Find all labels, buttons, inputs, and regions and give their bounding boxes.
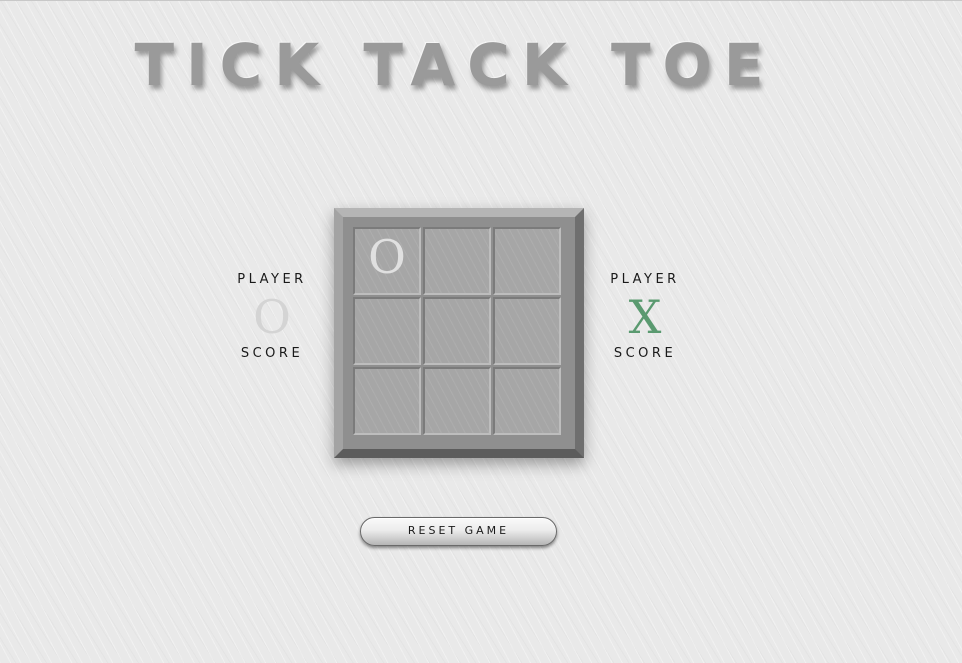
player-o-score-label: SCORE: [240, 346, 304, 361]
game-title: TICK TACK TOE: [134, 31, 776, 99]
board-cell-8[interactable]: [423, 367, 491, 435]
board-cell-1[interactable]: O: [353, 227, 421, 295]
board-cell-3[interactable]: [493, 227, 561, 295]
player-x-label: PLAYER: [610, 272, 680, 287]
player-o-mark: O: [253, 290, 291, 344]
player-o-label: PLAYER: [237, 272, 307, 287]
board-cell-5[interactable]: [423, 297, 491, 365]
board-cell-9[interactable]: [493, 367, 561, 435]
board-cell-6[interactable]: [493, 297, 561, 365]
board-cell-7[interactable]: [353, 367, 421, 435]
reset-game-button[interactable]: RESET GAME: [360, 517, 557, 546]
player-x-mark: X: [628, 290, 662, 344]
player-x-score-label: SCORE: [613, 346, 677, 361]
board-cell-4[interactable]: [353, 297, 421, 365]
game-board: O: [334, 208, 584, 458]
player-o-panel: PLAYER O SCORE: [217, 272, 327, 362]
player-x-panel: PLAYER X SCORE: [590, 272, 700, 362]
board-cell-2[interactable]: [423, 227, 491, 295]
